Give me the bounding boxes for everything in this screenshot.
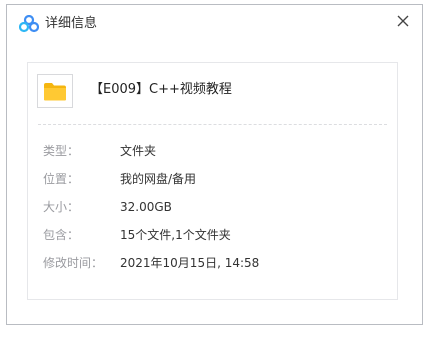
details-card: 【E009】C++视频教程 类型： 文件夹 位置： 我的网盘/备用 大小： 32…: [27, 62, 398, 300]
file-thumbnail: [37, 74, 73, 108]
type-label: 类型：: [43, 144, 80, 158]
size-label: 大小：: [43, 200, 80, 214]
modified-time-label: 修改时间：: [43, 256, 104, 270]
file-name: 【E009】C++视频教程: [90, 82, 232, 97]
contains-value: 15个文件,1个文件夹: [120, 228, 231, 242]
details-dialog: 详细信息 【E009】C++视频教程 类型： 文件夹 位置： 我的网盘/备用 大…: [6, 4, 423, 325]
size-value: 32.00GB: [120, 200, 172, 214]
baidu-netdisk-cloud-icon: [18, 14, 40, 33]
dialog-title: 详细信息: [45, 16, 98, 31]
contains-label: 包含：: [43, 228, 80, 242]
close-icon[interactable]: [394, 12, 412, 30]
location-label: 位置：: [43, 172, 80, 186]
folder-icon: [44, 83, 66, 101]
location-value: 我的网盘/备用: [120, 172, 197, 186]
modified-time-value: 2021年10月15日, 14:58: [120, 256, 260, 270]
title-bar[interactable]: 详细信息: [7, 5, 422, 43]
type-value: 文件夹: [120, 144, 157, 158]
divider: [38, 124, 387, 125]
